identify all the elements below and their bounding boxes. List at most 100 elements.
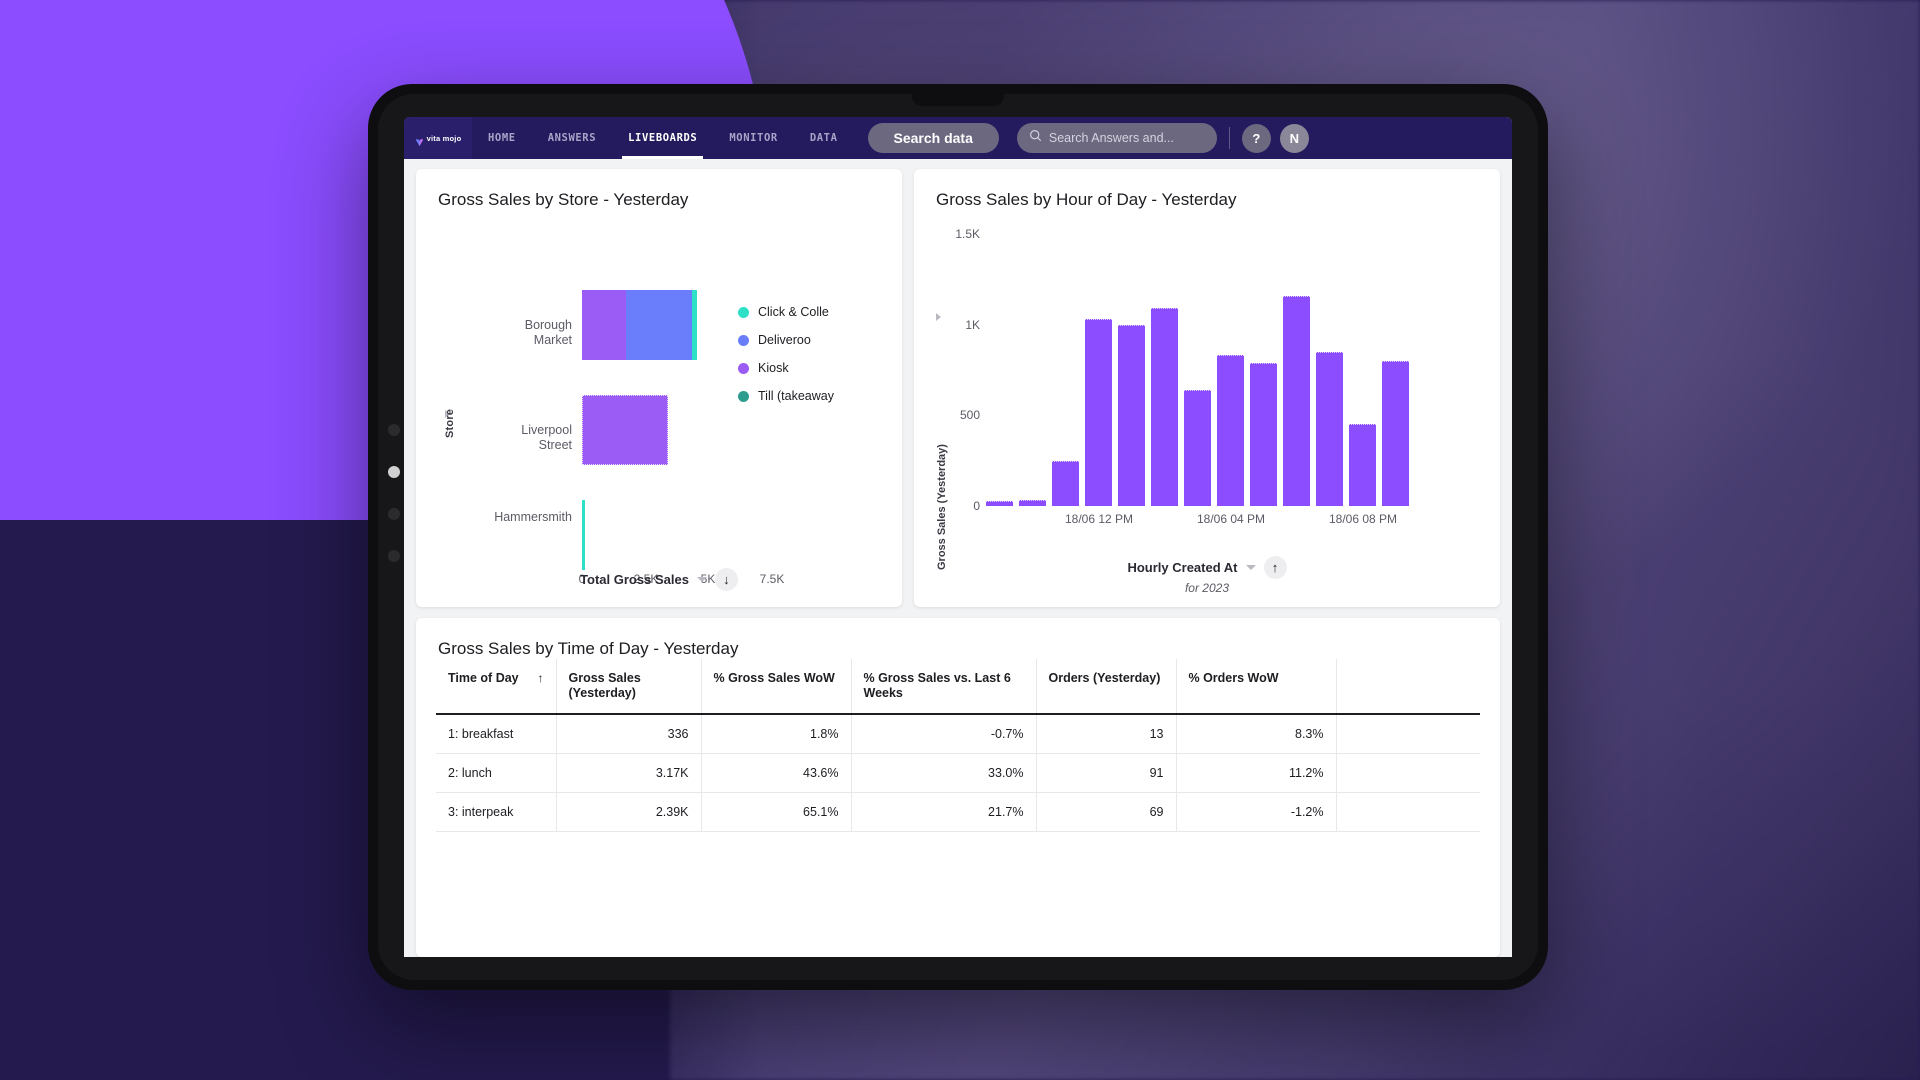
category-label-borough-market: BoroughMarket <box>462 318 572 348</box>
search-data-button[interactable]: Search data <box>868 123 999 153</box>
cell-orders: 13 <box>1036 714 1176 754</box>
bar[interactable] <box>1283 296 1310 506</box>
bar[interactable] <box>986 501 1013 506</box>
x-tick: 18/06 04 PM <box>1197 512 1265 526</box>
legend-swatch-icon <box>738 363 749 374</box>
column-header-orders-yesterday[interactable]: Orders (Yesterday) <box>1036 659 1176 714</box>
column-header-gross-sales-yesterday[interactable]: Gross Sales (Yesterday) <box>556 659 701 714</box>
tablet-side-dot <box>388 550 400 562</box>
cell-time-of-day: 2: lunch <box>436 754 556 793</box>
x-axis-measure-label[interactable]: Hourly Created At <box>1127 560 1237 575</box>
bar[interactable] <box>1151 308 1178 506</box>
cell-time-of-day: 1: breakfast <box>436 714 556 754</box>
bar-segment-click-and-collect[interactable] <box>692 290 697 360</box>
horizontal-bar-chart: Store BoroughMarket LiverpoolStreet Hamm… <box>416 210 902 570</box>
column-header-orders-wow[interactable]: % Orders WoW <box>1176 659 1336 714</box>
tablet-notch <box>912 94 1004 106</box>
bar[interactable] <box>1052 461 1079 506</box>
chart-title-left: Gross Sales by Store - Yesterday <box>416 169 902 210</box>
chart-card-gross-sales-by-hour: Gross Sales by Hour of Day - Yesterday G… <box>914 169 1500 607</box>
column-header-time-of-day[interactable]: Time of Day ↑ <box>436 659 556 714</box>
y-axis-expand-icon[interactable] <box>936 313 941 321</box>
legend-swatch-icon <box>738 307 749 318</box>
legend-item[interactable]: Click & Colle <box>738 298 846 326</box>
bar[interactable] <box>1349 424 1376 506</box>
legend-swatch-icon <box>738 335 749 346</box>
bar[interactable] <box>1217 355 1244 506</box>
table-card-gross-sales-by-time-of-day: Gross Sales by Time of Day - Yesterday T… <box>416 618 1500 957</box>
logo-text: vita mojo <box>427 134 462 143</box>
table-row[interactable]: 1: breakfast 336 1.8% -0.7% 13 8.3% <box>436 714 1480 754</box>
table-row[interactable]: 2: lunch 3.17K 43.6% 33.0% 91 11.2% <box>436 754 1480 793</box>
nav-item-monitor[interactable]: MONITOR <box>713 117 793 159</box>
bar-group-liverpool-street[interactable] <box>582 395 668 465</box>
cell-gross-sales-vs-6w: -0.7% <box>851 714 1036 754</box>
nav-item-home[interactable]: HOME <box>472 117 532 159</box>
gross-sales-table: Time of Day ↑ Gross Sales (Yesterday) % … <box>436 659 1480 832</box>
bar[interactable] <box>1118 325 1145 506</box>
x-tick: 18/06 12 PM <box>1065 512 1133 526</box>
bar-group-hammersmith[interactable] <box>582 500 585 570</box>
tablet-side-dot <box>388 508 400 520</box>
dashboard-top-row: Gross Sales by Store - Yesterday Store B… <box>416 169 1500 607</box>
bar-group-borough-market[interactable] <box>582 290 697 360</box>
column-header-gross-sales-wow[interactable]: % Gross Sales WoW <box>701 659 851 714</box>
chart-subtitle-right: for 2023 <box>1185 581 1229 595</box>
chevron-down-icon[interactable] <box>1246 565 1256 570</box>
x-axis-measure-label[interactable]: Total Gross Sales <box>580 572 689 587</box>
column-header-gross-sales-vs-last-6-weeks[interactable]: % Gross Sales vs. Last 6 Weeks <box>851 659 1036 714</box>
chart-title-right: Gross Sales by Hour of Day - Yesterday <box>914 169 1500 210</box>
bar[interactable] <box>1382 361 1409 506</box>
legend-label: Deliveroo <box>758 333 811 347</box>
sort-ascending-button[interactable]: ↑ <box>1264 556 1287 579</box>
bar-segment-kiosk[interactable] <box>582 395 668 465</box>
cell-orders-wow: 8.3% <box>1176 714 1336 754</box>
chart-footer-left: Total Gross Sales ↓ <box>416 568 902 591</box>
column-header-empty[interactable] <box>1336 659 1480 714</box>
cell-gross-sales-wow: 43.6% <box>701 754 851 793</box>
nav-divider <box>1229 127 1230 149</box>
legend-item[interactable]: Kiosk <box>738 354 846 382</box>
y-tick: 500 <box>944 408 980 422</box>
bar-segment-kiosk[interactable] <box>582 290 626 360</box>
help-button[interactable]: ? <box>1242 124 1271 153</box>
bar[interactable] <box>1019 500 1046 506</box>
nav-item-liveboards[interactable]: LIVEBOARDS <box>612 117 713 159</box>
table-row[interactable]: 3: interpeak 2.39K 65.1% 21.7% 69 -1.2% <box>436 793 1480 832</box>
table-title: Gross Sales by Time of Day - Yesterday <box>416 618 1500 659</box>
bar[interactable] <box>1316 352 1343 506</box>
decorative-dark-panel <box>0 520 430 1080</box>
cell-gross-sales-vs-6w: 21.7% <box>851 793 1036 832</box>
category-label-liverpool-street: LiverpoolStreet <box>462 423 572 453</box>
bar-segment-deliveroo[interactable] <box>626 290 692 360</box>
cell-empty <box>1336 793 1480 832</box>
cell-gross-sales: 3.17K <box>556 754 701 793</box>
vertical-bar-chart: Gross Sales (Yesterday) 0 500 1K 1.5K <box>914 210 1500 570</box>
cell-orders-wow: 11.2% <box>1176 754 1336 793</box>
legend-item[interactable]: Deliveroo <box>738 326 846 354</box>
sort-descending-button[interactable]: ↓ <box>715 568 738 591</box>
y-tick: 1K <box>944 318 980 332</box>
bar[interactable] <box>1085 319 1112 506</box>
bar-segment-click-and-collect[interactable] <box>582 500 585 570</box>
avatar[interactable]: N <box>1280 124 1309 153</box>
search-answers-placeholder: Search Answers and... <box>1049 131 1174 145</box>
top-navigation-bar: vita mojo HOME ANSWERS LIVEBOARDS MONITO… <box>404 117 1512 159</box>
table-body: 1: breakfast 336 1.8% -0.7% 13 8.3% 2: l… <box>436 714 1480 832</box>
search-icon <box>1029 129 1042 147</box>
chevron-down-icon[interactable] <box>697 577 707 582</box>
cell-gross-sales-vs-6w: 33.0% <box>851 754 1036 793</box>
app-logo[interactable]: vita mojo <box>404 117 472 159</box>
table-header-row: Time of Day ↑ Gross Sales (Yesterday) % … <box>436 659 1480 714</box>
legend-item[interactable]: Till (takeaway <box>738 382 846 410</box>
nav-item-data[interactable]: DATA <box>794 117 854 159</box>
tablet-side-dot <box>388 424 400 436</box>
table-wrapper: Time of Day ↑ Gross Sales (Yesterday) % … <box>416 659 1500 832</box>
vertical-bars-container <box>986 234 1474 506</box>
nav-item-answers[interactable]: ANSWERS <box>532 117 612 159</box>
category-label-hammersmith: Hammersmith <box>452 510 572 525</box>
cell-orders: 69 <box>1036 793 1176 832</box>
search-answers-input[interactable]: Search Answers and... <box>1017 123 1217 153</box>
bar[interactable] <box>1250 363 1277 506</box>
bar[interactable] <box>1184 390 1211 506</box>
